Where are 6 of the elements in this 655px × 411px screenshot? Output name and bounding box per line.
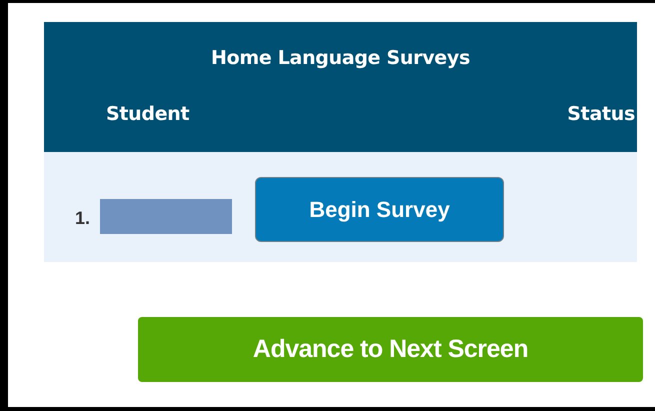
row-number: 1. xyxy=(75,207,90,230)
advance-button[interactable]: Advance to Next Screen xyxy=(138,317,643,382)
column-header: Status xyxy=(567,102,635,127)
table-title: Home Language Surveys xyxy=(210,46,470,71)
begin-survey-button[interactable]: Begin Survey xyxy=(255,177,504,242)
column-header: Student xyxy=(106,102,190,127)
